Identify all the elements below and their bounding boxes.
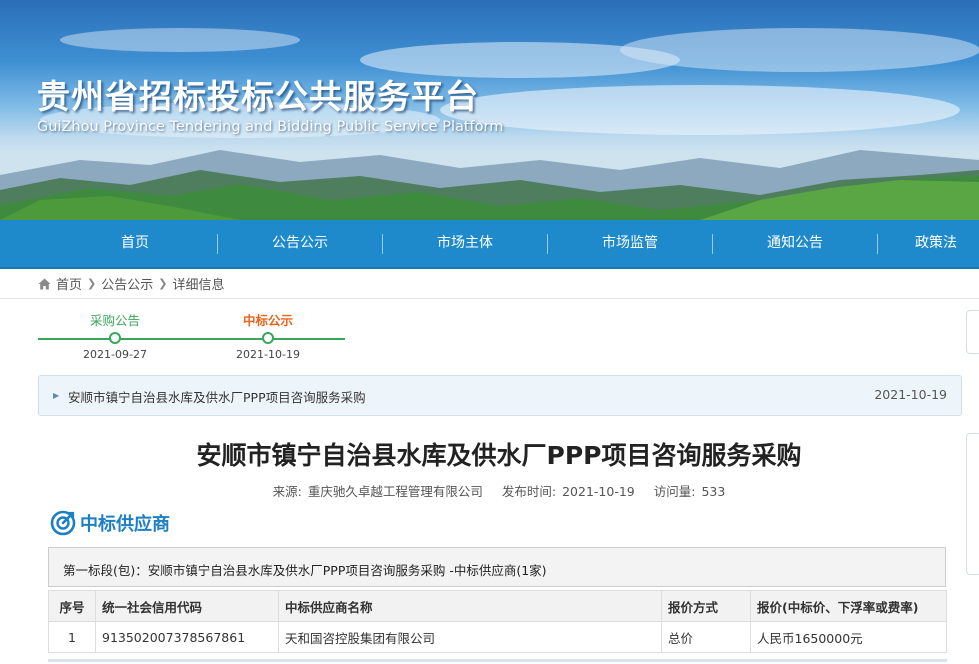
cell-quote-price: 人民币1650000元 xyxy=(750,621,947,653)
column-header: 报价方式 xyxy=(661,590,751,622)
breadcrumb-announcements-link[interactable]: 公告公示 xyxy=(101,274,153,293)
breadcrumb-home-link[interactable]: 首页 xyxy=(56,274,82,293)
divider xyxy=(0,298,979,299)
cell-index: 1 xyxy=(48,621,96,653)
column-header: 中标供应商名称 xyxy=(278,590,662,622)
nav-item-home[interactable]: 首页 xyxy=(53,220,217,267)
package-text: 第一标段(包)：安顺市镇宁自治县水库及供水厂PPP项目咨询服务采购 -中标供应商… xyxy=(63,563,547,578)
chevron-right-icon: ❯ xyxy=(158,277,168,290)
nav-item-announcements[interactable]: 公告公示 xyxy=(218,220,382,267)
cell-quote-method: 总价 xyxy=(661,621,751,653)
nav-item-market-supervision[interactable]: 市场监管 xyxy=(548,220,712,267)
timeline-step-label[interactable]: 中标公示 xyxy=(223,310,313,329)
timeline-dot xyxy=(109,332,121,344)
breadcrumb-current: 详细信息 xyxy=(172,278,225,293)
timeline-dot xyxy=(262,332,274,344)
nav-divider xyxy=(877,234,878,254)
timeline-step-date: 2021-10-19 xyxy=(236,348,300,361)
cell-supplier-name: 天和国咨控股集团有限公司 xyxy=(278,621,662,653)
table-header-row: 序号 统一社会信用代码 中标供应商名称 报价方式 报价(中标价、下浮率或费率) xyxy=(48,590,947,622)
column-header: 统一社会信用代码 xyxy=(95,590,279,622)
nav-item-notices[interactable]: 通知公告 xyxy=(713,220,877,267)
source-value: 重庆驰久卓越工程管理有限公司 xyxy=(307,484,483,499)
article-meta: 来源: 重庆驰久卓越工程管理有限公司 发布时间: 2021-10-19 访问量: 53… xyxy=(0,481,979,500)
notice-bar[interactable]: ▶ 安顺市镇宁自治县水库及供水厂PPP项目咨询服务采购 2021-10-19 xyxy=(38,375,962,416)
site-title: 贵州省招标投标公共服务平台 xyxy=(37,77,479,116)
publish-date: 2021-10-19 xyxy=(562,484,635,499)
section-title: 中标供应商 xyxy=(80,514,170,535)
source-label: 来源: xyxy=(272,484,302,499)
timeline-line xyxy=(38,338,345,340)
timeline-step-date: 2021-09-27 xyxy=(83,348,147,361)
nav-item-market-entities[interactable]: 市场主体 xyxy=(383,220,547,267)
column-header: 报价(中标价、下浮率或费率) xyxy=(750,590,947,622)
notice-title[interactable]: 安顺市镇宁自治县水库及供水厂PPP项目咨询服务采购 xyxy=(68,387,366,406)
views-label: 访问量: xyxy=(653,484,696,499)
site-subtitle: GuiZhou Province Tendering and Bidding P… xyxy=(37,119,504,135)
column-header: 序号 xyxy=(48,590,96,622)
timeline-step-label[interactable]: 采购公告 xyxy=(70,310,160,329)
chevron-right-icon: ❯ xyxy=(87,277,97,290)
side-panel-tab[interactable] xyxy=(966,310,979,354)
views-count: 533 xyxy=(701,484,726,499)
breadcrumb: 首页 ❯ 公告公示 ❯ 详细信息 xyxy=(38,274,224,293)
page-title: 安顺市镇宁自治县水库及供水厂PPP项目咨询服务采购 xyxy=(196,441,802,470)
cell-credit-code: 913502007378567861 xyxy=(95,621,279,653)
table-row: 1 913502007378567861 天和国咨控股集团有限公司 总价 人民币… xyxy=(48,621,947,653)
target-icon xyxy=(50,510,76,536)
home-icon xyxy=(38,278,51,289)
notice-date: 2021-10-19 xyxy=(874,387,947,402)
main-nav: 首页 公告公示 市场主体 市场监管 通知公告 政策法 xyxy=(0,220,979,269)
package-header: 第一标段(包)：安顺市镇宁自治县水库及供水厂PPP项目咨询服务采购 -中标供应商… xyxy=(48,547,946,587)
divider xyxy=(48,659,947,662)
publish-label: 发布时间: xyxy=(501,484,557,499)
section-heading: 中标供应商 xyxy=(50,510,170,536)
header-banner: 贵州省招标投标公共服务平台 GuiZhou Province Tendering… xyxy=(0,0,979,220)
winning-bidders-table: 序号 统一社会信用代码 中标供应商名称 报价方式 报价(中标价、下浮率或费率) … xyxy=(48,590,947,653)
nav-item-policies[interactable]: 政策法 xyxy=(915,220,979,267)
caret-right-icon: ▶ xyxy=(53,391,60,400)
